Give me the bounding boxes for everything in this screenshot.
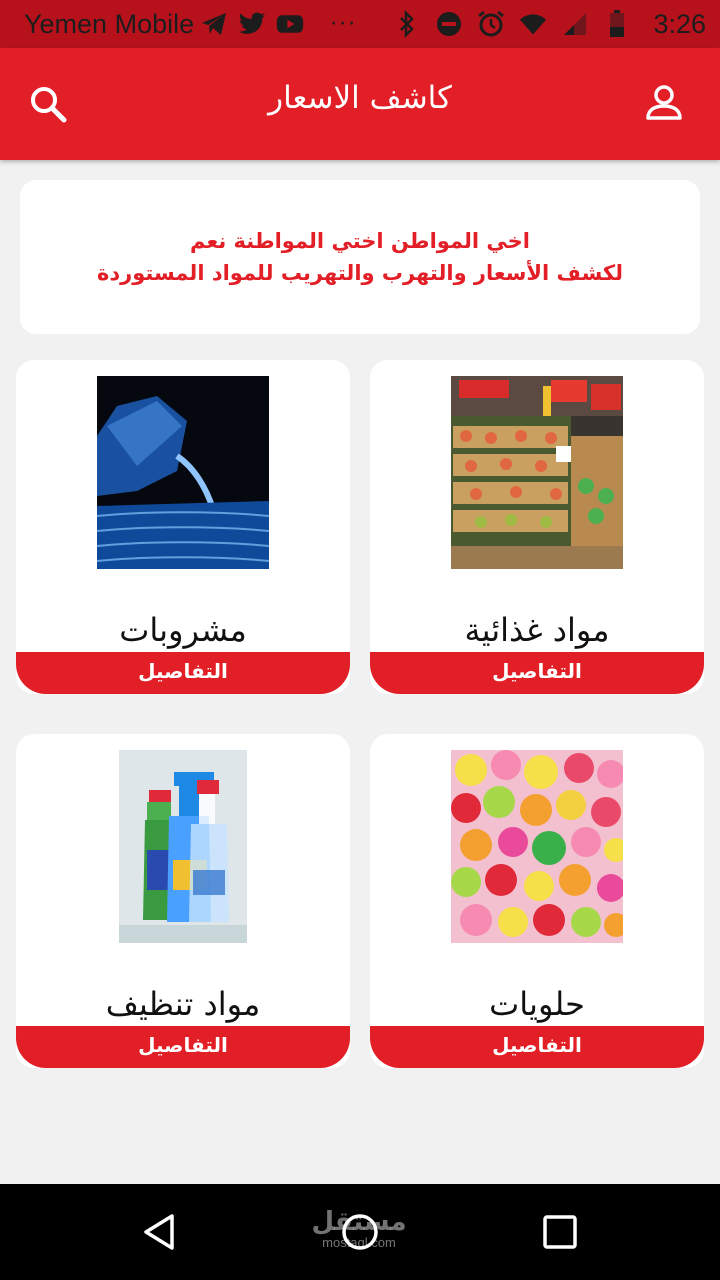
telegram-icon [200,10,228,38]
details-button[interactable]: التفاصيل [16,652,350,694]
do-not-disturb-icon [435,10,463,38]
category-label: مشروبات [119,611,247,649]
recents-icon [543,1215,577,1249]
category-card-food[interactable]: مواد غذائية التفاصيل [370,360,704,694]
more-notifications-indicator: ··· [330,11,358,37]
app-bar: كاشف الاسعار [0,48,720,160]
youtube-icon [276,10,304,38]
twitter-icon [238,10,266,38]
back-icon [144,1214,174,1250]
clock: 3:26 [653,8,706,39]
bluetooth-icon [393,10,421,38]
recents-button[interactable] [542,1214,578,1250]
details-button[interactable]: التفاصيل [16,1026,350,1068]
details-button[interactable]: التفاصيل [370,652,704,694]
home-icon [342,1214,378,1250]
notice-line-1: اخي المواطن اختي المواطنة نعم [190,229,530,253]
category-card-cleaning[interactable]: مواد تنظيف التفاصيل [16,734,350,1068]
carrier-name: Yemen Mobile [24,8,195,39]
app-title: كاشف الاسعار [268,80,452,116]
user-icon [646,85,682,120]
water-bottle-photo [97,376,269,569]
category-card-drinks[interactable]: مشروبات التفاصيل [16,360,350,694]
profile-button[interactable] [644,82,684,122]
battery-icon [603,10,631,38]
system-nav-bar: مستقل mostaql.com [0,1184,720,1280]
details-button[interactable]: التفاصيل [370,1026,704,1068]
supermarket-produce-photo [451,376,623,569]
wifi-icon [519,10,547,38]
category-label: مواد تنظيف [105,985,261,1023]
status-bar: Yemen Mobile ··· 3:26 [0,0,720,48]
notice-line-2: لكشف الأسعار والتهرب والتهريب للمواد الم… [96,261,624,285]
category-label: مواد غذائية [464,611,610,649]
cleaning-spray-bottles-photo [119,750,247,943]
home-button[interactable] [340,1212,380,1252]
notice-card: اخي المواطن اختي المواطنة نعم لكشف الأسع… [20,180,700,334]
back-button[interactable] [140,1212,180,1252]
category-card-sweets[interactable]: حلويات التفاصيل [370,734,704,1068]
colorful-candies-photo [451,750,623,943]
alarm-icon [477,10,505,38]
signal-icon [561,10,589,38]
category-label: حلويات [489,985,585,1023]
